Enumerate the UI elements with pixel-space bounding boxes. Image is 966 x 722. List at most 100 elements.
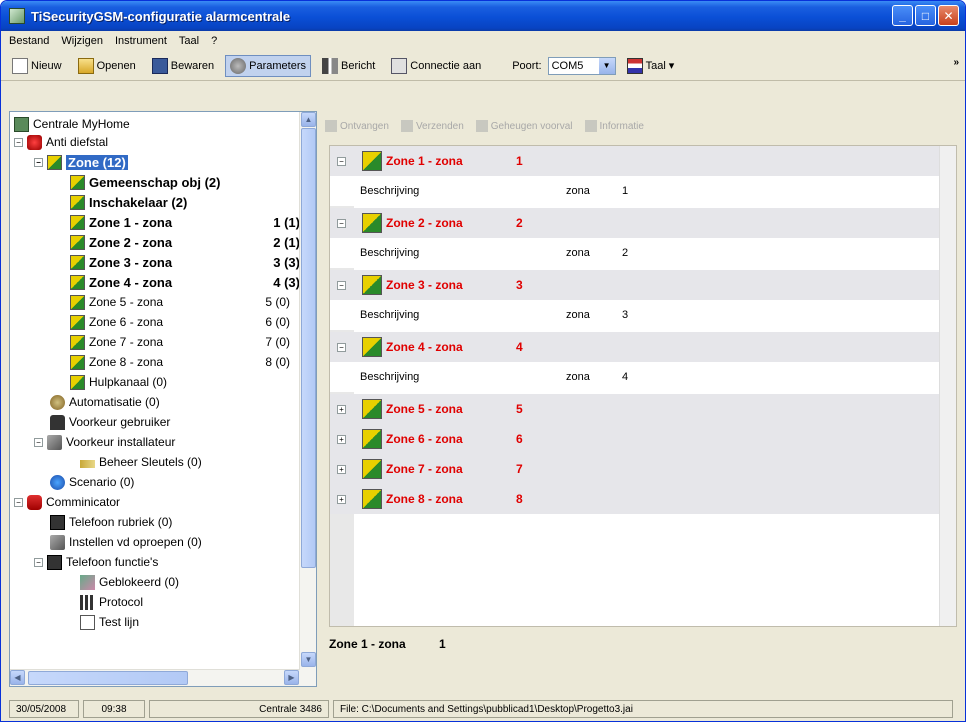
description-row[interactable]: Beschrijving zona 4	[330, 362, 940, 392]
tree-item-telefoon-rubriek[interactable]: Telefoon rubriek (0)	[50, 512, 172, 532]
description-row[interactable]: Beschrijving zona 1	[330, 176, 940, 206]
expand-icon[interactable]: +	[337, 404, 346, 414]
scroll-right-icon[interactable]: ▶	[284, 670, 299, 685]
tree-item-zone1[interactable]: Zone 1 - zona 1 (1)	[70, 212, 300, 232]
minimize-button[interactable]: _	[892, 5, 913, 26]
menu-wijzigen[interactable]: Wijzigen	[61, 35, 103, 47]
new-button[interactable]: Nieuw	[7, 55, 67, 77]
menu-bar: Bestand Wijzigen Instrument Taal ?	[1, 31, 965, 51]
menu-taal[interactable]: Taal	[179, 35, 199, 47]
tree-item-geblokeerd[interactable]: Geblokeerd (0)	[80, 572, 179, 592]
zone-icon	[362, 459, 382, 479]
tree-item-root[interactable]: Centrale MyHome	[14, 114, 130, 134]
message-button[interactable]: Bericht	[317, 55, 380, 77]
chevron-down-icon: ▾	[668, 60, 675, 72]
information-button[interactable]: Informatie	[584, 120, 644, 132]
tree-horizontal-scrollbar[interactable]: ◀ ▶	[10, 669, 300, 686]
zone-row[interactable]: + Zone 8 - zona 8	[330, 484, 940, 514]
tree-item-gemeenschap[interactable]: Gemeenschap obj (2)	[70, 172, 220, 192]
expand-icon[interactable]: +	[337, 464, 346, 474]
scroll-thumb[interactable]	[301, 128, 316, 568]
tree-item-protocol[interactable]: Protocol	[80, 592, 143, 612]
connect-button[interactable]: Connectie aan	[386, 55, 486, 77]
status-bar: 30/05/2008 09:38 Centrale 3486 File: C:\…	[1, 695, 965, 721]
property-grid: − Zone 1 - zona 1 Beschrijving zona 1 − Zone …	[329, 145, 957, 627]
status-file: File: C:\Documents and Settings\pubblica…	[333, 700, 953, 718]
tree-item-test-lijn[interactable]: Test lijn	[80, 612, 139, 632]
save-button[interactable]: Bewaren	[147, 55, 219, 77]
tree-item-zone5[interactable]: Zone 5 - zona 5 (0)	[70, 292, 290, 312]
description-row[interactable]: Beschrijving zona 2	[330, 238, 940, 268]
expand-icon[interactable]: +	[337, 494, 346, 504]
zone-row[interactable]: + Zone 5 - zona 5	[330, 394, 940, 424]
tree-item-comminicator[interactable]: − Comminicator	[14, 492, 120, 512]
tree-item-beheer-sleutels[interactable]: Beheer Sleutels (0)	[80, 452, 202, 472]
title-bar[interactable]: TiSecurityGSM-configuratie alarmcentrale…	[1, 1, 965, 31]
tree-item-inschakelaar[interactable]: Inschakelaar (2)	[70, 192, 187, 212]
tree-item-zone8[interactable]: Zone 8 - zona 8 (0)	[70, 352, 290, 372]
scroll-up-icon[interactable]: ▲	[301, 112, 316, 127]
scroll-left-icon[interactable]: ◀	[10, 670, 25, 685]
tree-item-zone3[interactable]: Zone 3 - zona 3 (3)	[70, 252, 300, 272]
tree-item-zone2[interactable]: Zone 2 - zona 2 (1)	[70, 232, 300, 252]
user-icon	[50, 414, 65, 430]
tree-vertical-scrollbar[interactable]: ▲ ▼	[299, 112, 316, 686]
description-row[interactable]: Beschrijving zona 3	[330, 300, 940, 330]
collapse-icon[interactable]: −	[34, 557, 43, 567]
tree-item-voorkeur-gebruiker[interactable]: Voorkeur gebruiker	[50, 412, 170, 432]
collapse-icon[interactable]: −	[34, 437, 43, 447]
menu-help[interactable]: ?	[211, 35, 217, 47]
tree-item-hulpkanaal[interactable]: Hulpkanaal (0)	[70, 372, 167, 392]
tree-item-zone6[interactable]: Zone 6 - zona 6 (0)	[70, 312, 290, 332]
scroll-thumb[interactable]	[28, 671, 188, 685]
zone-row[interactable]: + Zone 6 - zona 6	[330, 424, 940, 454]
tree-view[interactable]: Centrale MyHome − Anti diefstal − Zone (12…	[9, 111, 317, 687]
close-button[interactable]: ✕	[938, 5, 959, 26]
collapse-icon[interactable]: −	[337, 156, 346, 166]
wrench-icon	[230, 57, 247, 74]
expand-icon[interactable]: +	[337, 434, 346, 444]
collapse-icon[interactable]: −	[337, 218, 346, 228]
collapse-icon[interactable]: −	[14, 137, 23, 147]
zone-row[interactable]: − Zone 2 - zona 2	[330, 208, 940, 238]
menu-instrument[interactable]: Instrument	[115, 35, 167, 47]
toolbar-overflow-icon[interactable]: »	[953, 57, 959, 68]
maximize-button[interactable]: □	[915, 5, 936, 26]
parameters-button[interactable]: Parameters	[225, 54, 312, 77]
tree-item-zone7[interactable]: Zone 7 - zona 7 (0)	[70, 332, 290, 352]
collapse-icon[interactable]: −	[14, 497, 23, 507]
port-select[interactable]: COM5 ▼	[547, 56, 616, 75]
zone-row[interactable]: − Zone 4 - zona 4	[330, 332, 940, 362]
chevron-down-icon[interactable]: ▼	[598, 57, 615, 74]
tree-item-zone[interactable]: − Zone (12)	[34, 152, 128, 172]
language-button[interactable]: Taal ▾	[622, 55, 680, 77]
memory-icon	[475, 120, 488, 132]
zone-row[interactable]: + Zone 7 - zona 7	[330, 454, 940, 484]
collapse-icon[interactable]: −	[337, 280, 346, 290]
tree-item-zone4[interactable]: Zone 4 - zona 4 (3)	[70, 272, 300, 292]
zone-icon	[362, 275, 382, 295]
zone-row[interactable]: − Zone 3 - zona 3	[330, 270, 940, 300]
save-icon	[151, 57, 168, 74]
event-memory-button[interactable]: Geheugen voorval	[475, 120, 573, 132]
tree-item-instellen-oproepen[interactable]: Instellen vd oproepen (0)	[50, 532, 202, 552]
tree-item-telefoon-functies[interactable]: − Telefoon functie's	[34, 552, 158, 572]
scroll-down-icon[interactable]: ▼	[301, 652, 316, 667]
tree-item-anti[interactable]: − Anti diefstal	[14, 132, 108, 152]
tree-item-voorkeur-installateur[interactable]: − Voorkeur installateur	[34, 432, 175, 452]
menu-bestand[interactable]: Bestand	[9, 35, 49, 47]
zone-icon	[70, 294, 85, 310]
zone-row[interactable]: − Zone 1 - zona 1	[330, 146, 940, 176]
send-button[interactable]: Verzenden	[400, 120, 464, 132]
collapse-icon[interactable]: −	[34, 157, 43, 167]
collapse-icon[interactable]: −	[337, 342, 346, 352]
open-button[interactable]: Openen	[73, 55, 141, 77]
tree-item-automatisatie[interactable]: Automatisatie (0)	[50, 392, 160, 412]
status-date: 30/05/2008	[9, 700, 79, 718]
tree-item-scenario[interactable]: Scenario (0)	[50, 472, 134, 492]
grid-vertical-scrollbar[interactable]	[939, 146, 956, 626]
status-central: Centrale 3486	[149, 700, 329, 718]
receive-button[interactable]: Ontvangen	[325, 120, 389, 132]
zone-icon	[362, 489, 382, 509]
zone-icon	[70, 274, 85, 290]
